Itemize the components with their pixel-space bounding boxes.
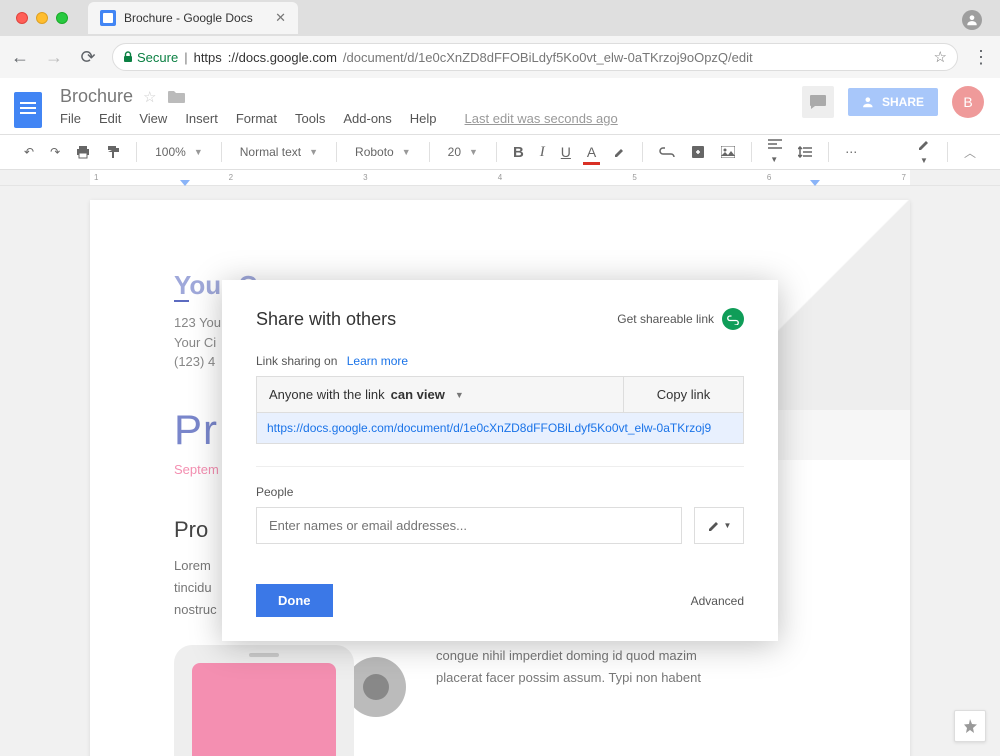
body-text-right[interactable]: congue nihil imperdiet doming id quod ma… [436, 645, 736, 756]
reload-button[interactable]: ⟳ [78, 47, 98, 68]
tab-close-icon[interactable]: ✕ [275, 10, 286, 26]
chrome-menu-icon[interactable]: ⋮ [972, 47, 990, 68]
paint-format-button[interactable] [100, 141, 126, 163]
camera-mockup-image [346, 657, 406, 717]
link-icon [722, 308, 744, 330]
url-host: ://docs.google.com [228, 50, 337, 65]
more-tools-button[interactable]: ⋯ [839, 141, 863, 163]
highlight-button[interactable] [606, 141, 632, 163]
redo-button[interactable]: ↷ [44, 141, 66, 163]
undo-button[interactable]: ↶ [18, 141, 40, 163]
tab-strip: Brochure - Google Docs ✕ [0, 0, 1000, 36]
link-sharing-status: Link sharing on [256, 354, 337, 368]
people-label: People [256, 485, 744, 499]
underline-button[interactable]: U [555, 140, 577, 164]
insert-link-button[interactable] [653, 143, 681, 161]
chrome-profile-icon[interactable] [962, 10, 982, 30]
browser-chrome: Brochure - Google Docs ✕ ← → ⟳ Secure | … [0, 0, 1000, 78]
font-select[interactable]: Roboto▼ [347, 141, 419, 163]
menu-view[interactable]: View [139, 111, 167, 126]
share-button[interactable]: SHARE [848, 88, 938, 116]
get-shareable-link-button[interactable]: Get shareable link [617, 308, 744, 330]
browser-tab[interactable]: Brochure - Google Docs ✕ [88, 2, 298, 34]
url-protocol: https [194, 50, 222, 65]
menu-file[interactable]: File [60, 111, 81, 126]
window-close-icon[interactable] [16, 12, 28, 24]
menu-edit[interactable]: Edit [99, 111, 121, 126]
tab-title: Brochure - Google Docs [124, 11, 275, 25]
advanced-link[interactable]: Advanced [691, 594, 744, 608]
people-input[interactable] [256, 507, 682, 544]
menu-insert[interactable]: Insert [185, 111, 218, 126]
secure-badge: Secure [123, 50, 178, 65]
window-minimize-icon[interactable] [36, 12, 48, 24]
lock-icon [123, 51, 133, 63]
explore-button[interactable] [954, 710, 986, 742]
menu-help[interactable]: Help [410, 111, 437, 126]
docs-toolbar: ↶ ↷ 100%▼ Normal text▼ Roboto▼ 20▼ B I U… [0, 134, 1000, 170]
people-permission-button[interactable]: ▼ [694, 507, 744, 544]
user-avatar[interactable]: B [952, 86, 984, 118]
link-permission-select[interactable]: Anyone with the link can view ▼ [257, 377, 623, 412]
docs-header: Brochure ☆ File Edit View Insert Format … [0, 78, 1000, 134]
text-color-button[interactable]: A [581, 140, 602, 164]
chevron-down-icon: ▼ [455, 390, 464, 400]
comments-button[interactable] [802, 86, 834, 118]
font-size-select[interactable]: 20▼ [440, 141, 486, 163]
phone-mockup-image [174, 645, 354, 756]
line-spacing-button[interactable] [792, 142, 818, 162]
document-title[interactable]: Brochure [60, 86, 133, 107]
chevron-down-icon: ▼ [724, 521, 732, 530]
align-button[interactable]: ▼ [762, 135, 788, 169]
collapse-toolbar-button[interactable]: ︿ [958, 140, 982, 165]
ruler[interactable]: 1 2 3 4 5 6 7 [0, 170, 1000, 186]
style-select[interactable]: Normal text▼ [232, 141, 326, 163]
dialog-title: Share with others [256, 309, 396, 330]
bold-button[interactable]: B [507, 140, 530, 165]
copy-link-button[interactable]: Copy link [623, 377, 743, 412]
print-button[interactable] [70, 141, 96, 163]
share-label: SHARE [882, 95, 924, 109]
window-maximize-icon[interactable] [56, 12, 68, 24]
menu-format[interactable]: Format [236, 111, 277, 126]
back-button[interactable]: ← [10, 47, 30, 68]
star-document-icon[interactable]: ☆ [143, 88, 156, 106]
docs-logo-icon[interactable] [8, 86, 48, 134]
pencil-icon [707, 519, 721, 533]
forward-button: → [44, 47, 64, 68]
editing-mode-button[interactable]: ▼ [911, 134, 937, 170]
menu-tools[interactable]: Tools [295, 111, 325, 126]
insert-image-button[interactable] [715, 142, 741, 162]
docs-favicon-icon [100, 10, 116, 26]
person-add-icon [862, 95, 876, 109]
url-bar[interactable]: Secure | https://docs.google.com/documen… [112, 43, 958, 71]
done-button[interactable]: Done [256, 584, 333, 617]
share-dialog: Share with others Get shareable link Lin… [222, 280, 778, 641]
insert-comment-button[interactable] [685, 141, 711, 163]
url-path: /document/d/1e0cXnZD8dFFOBiLdyf5Ko0vt_el… [343, 50, 753, 65]
learn-more-link[interactable]: Learn more [347, 354, 408, 368]
zoom-select[interactable]: 100%▼ [147, 141, 211, 163]
share-url-field[interactable]: https://docs.google.com/document/d/1e0cX… [256, 413, 744, 444]
secure-label: Secure [137, 50, 178, 65]
menu-addons[interactable]: Add-ons [343, 111, 391, 126]
window-controls [8, 12, 76, 24]
bookmark-star-icon[interactable]: ☆ [934, 48, 947, 66]
address-bar-row: ← → ⟳ Secure | https://docs.google.com/d… [0, 36, 1000, 78]
italic-button[interactable]: I [534, 140, 551, 165]
move-to-folder-icon[interactable] [167, 90, 185, 104]
last-edit-link[interactable]: Last edit was seconds ago [465, 111, 618, 126]
get-link-label: Get shareable link [617, 312, 714, 326]
docs-menubar: File Edit View Insert Format Tools Add-o… [60, 111, 802, 126]
